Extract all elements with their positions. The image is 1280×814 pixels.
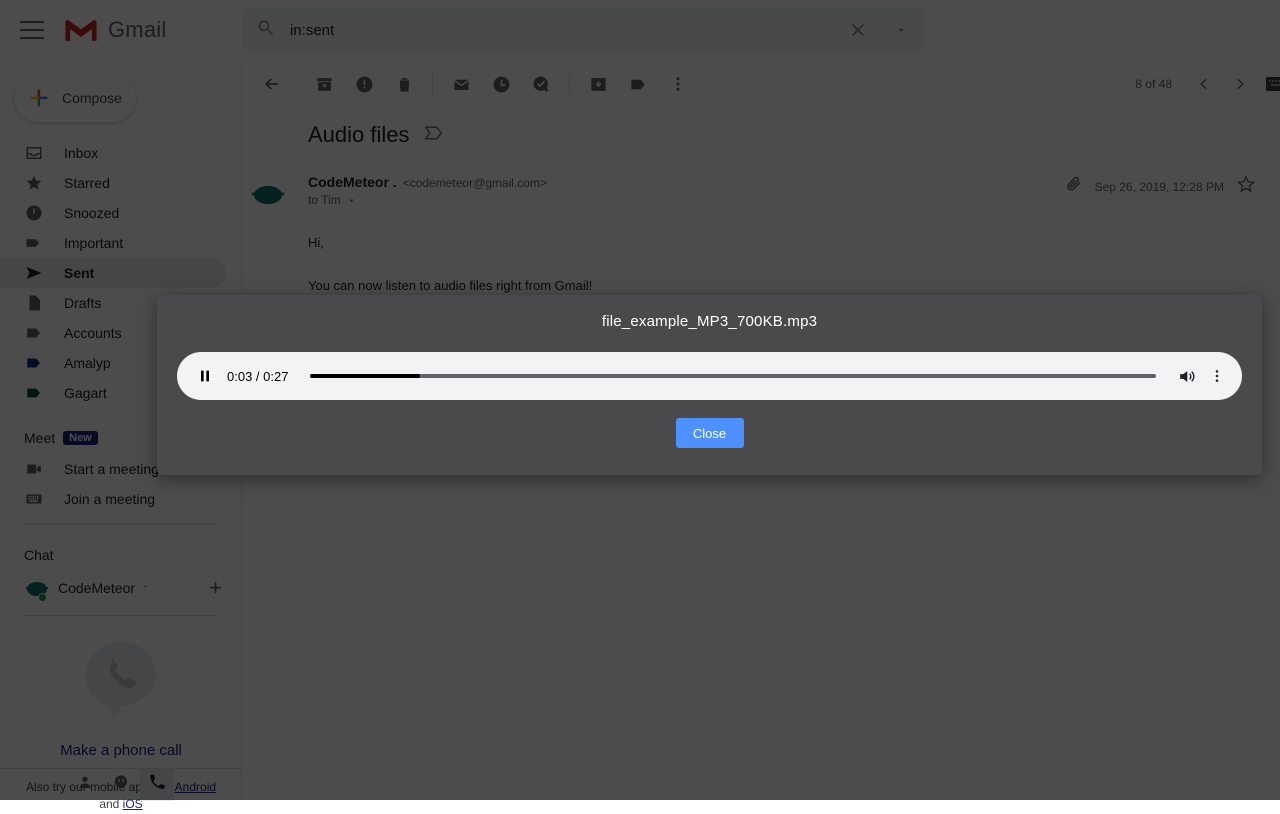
time-display: 0:03 / 0:27	[227, 369, 288, 384]
audio-player[interactable]: 0:03 / 0:27	[177, 352, 1242, 400]
progress-fill	[310, 374, 420, 378]
pause-icon	[197, 368, 213, 384]
progress-slider[interactable]	[310, 374, 1156, 378]
more-vertical-icon	[1209, 368, 1225, 384]
volume-on-icon	[1177, 367, 1196, 386]
audio-player-dialog: file_example_MP3_700KB.mp3 0:03 / 0:27 C…	[157, 295, 1262, 475]
close-button[interactable]: Close	[676, 418, 744, 448]
player-options-button[interactable]	[1206, 368, 1228, 384]
volume-button[interactable]	[1172, 367, 1200, 386]
pause-button[interactable]	[193, 368, 217, 384]
audio-file-name: file_example_MP3_700KB.mp3	[602, 313, 817, 330]
